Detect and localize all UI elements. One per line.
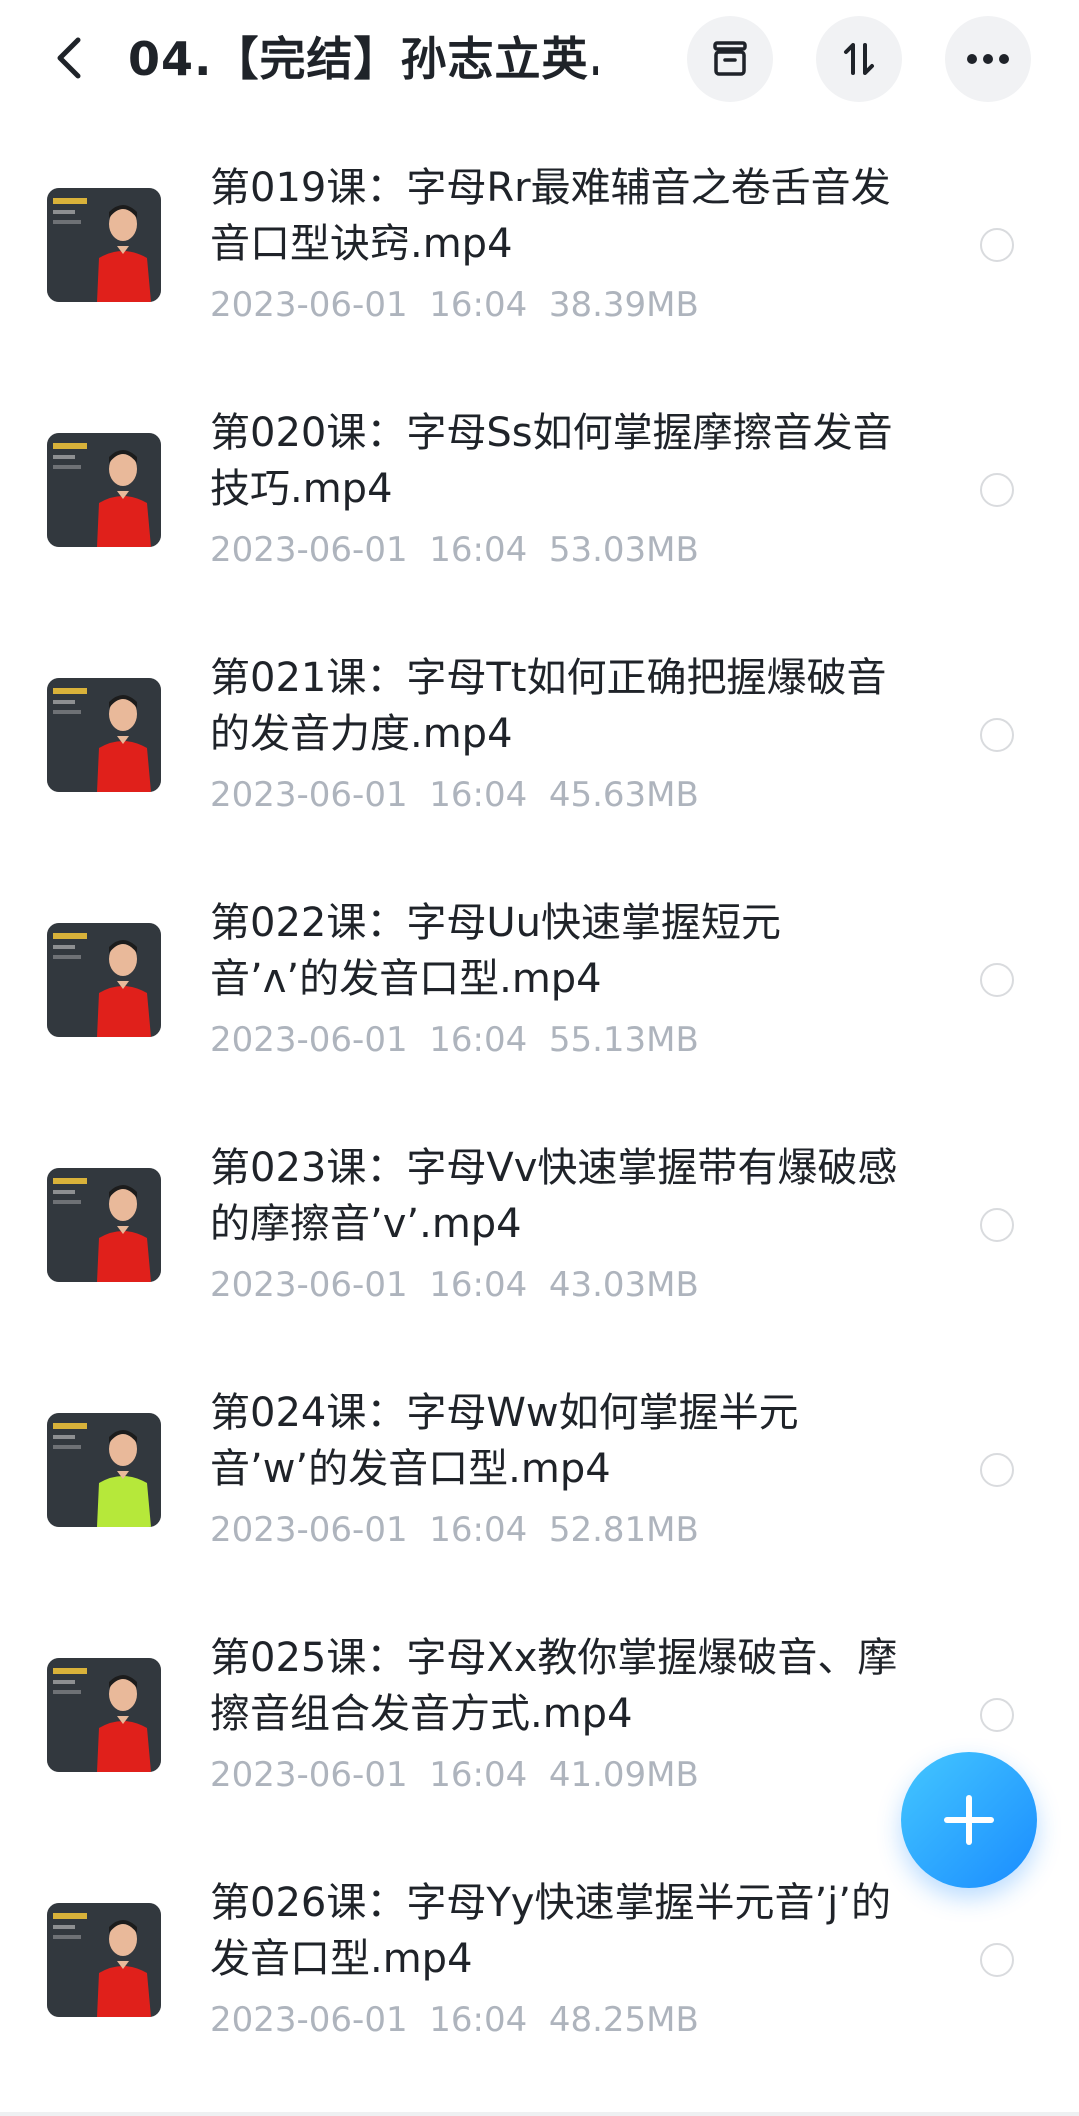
- file-name: 第024课：字母Ww如何掌握半元音’w’的发音口型.mp4: [210, 1390, 799, 1492]
- file-date: 2023-06-01: [210, 1755, 408, 1795]
- file-time: 16:04: [429, 1020, 528, 1060]
- top-bar: 04.【完结】孙志立英...: [0, 0, 1079, 128]
- select-radio[interactable]: [980, 1698, 1014, 1732]
- thumbnail-image: [47, 433, 161, 547]
- file-row[interactable]: 第022课：字母Uu快速掌握短元音’ʌ’的发音口型.mp4 2023-06-01 …: [0, 863, 1079, 1108]
- video-thumbnail[interactable]: [47, 678, 161, 792]
- file-name: 第025课：字母Xx教你掌握爆破音、摩擦音组合发音方式.mp4: [210, 1635, 898, 1737]
- file-size: 38.39MB: [548, 285, 699, 325]
- file-size: 45.63MB: [548, 775, 699, 815]
- file-size: 41.09MB: [548, 1755, 699, 1795]
- file-size: 55.13MB: [548, 1020, 699, 1060]
- file-time: 16:04: [429, 1755, 528, 1795]
- video-thumbnail[interactable]: [47, 188, 161, 302]
- file-row[interactable]: 第020课：字母Ss如何掌握摩擦音发音技巧.mp4 2023-06-01 16:0…: [0, 373, 1079, 618]
- file-name: 第023课：字母Vv快速掌握带有爆破感的摩擦音’v’.mp4: [210, 1145, 898, 1247]
- file-time: 16:04: [429, 1510, 528, 1550]
- file-size: 43.03MB: [548, 1265, 699, 1305]
- select-radio[interactable]: [980, 1208, 1014, 1242]
- file-meta: 2023-06-01 16:04 55.13MB: [210, 1018, 699, 1062]
- video-thumbnail[interactable]: [47, 1658, 161, 1772]
- file-date: 2023-06-01: [210, 1265, 408, 1305]
- file-meta: 2023-06-01 16:04 38.39MB: [210, 283, 699, 327]
- select-radio[interactable]: [980, 1943, 1014, 1977]
- file-meta: 2023-06-01 16:04 43.03MB: [210, 1263, 699, 1307]
- add-button[interactable]: [901, 1752, 1037, 1888]
- file-date: 2023-06-01: [210, 1020, 408, 1060]
- sort-icon: [844, 43, 874, 75]
- archive-icon: [713, 41, 747, 76]
- file-name: 第026课：字母Yy快速掌握半元音’j’的发音口型.mp4: [210, 1880, 891, 1982]
- thumbnail-image: [47, 1168, 161, 1282]
- file-row[interactable]: 第023课：字母Vv快速掌握带有爆破感的摩擦音’v’.mp4 2023-06-01…: [0, 1108, 1079, 1353]
- file-row[interactable]: 第021课：字母Tt如何正确把握爆破音的发音力度.mp4 2023-06-01 1…: [0, 618, 1079, 863]
- bottom-divider: [0, 2112, 1079, 2116]
- thumbnail-image: [47, 678, 161, 792]
- file-time: 16:04: [429, 1265, 528, 1305]
- file-time: 16:04: [429, 775, 528, 815]
- select-radio[interactable]: [980, 718, 1014, 752]
- more-horizontal-icon: [967, 54, 1009, 64]
- thumbnail-image: [47, 1658, 161, 1772]
- file-meta: 2023-06-01 16:04 52.81MB: [210, 1508, 699, 1552]
- file-name: 第022课：字母Uu快速掌握短元音’ʌ’的发音口型.mp4: [210, 900, 781, 1002]
- back-button[interactable]: [42, 30, 98, 86]
- file-size: 52.81MB: [548, 1510, 699, 1550]
- file-name: 第020课：字母Ss如何掌握摩擦音发音技巧.mp4: [210, 410, 893, 512]
- select-radio[interactable]: [980, 473, 1014, 507]
- file-time: 16:04: [429, 530, 528, 570]
- file-name: 第021课：字母Tt如何正确把握爆破音的发音力度.mp4: [210, 655, 887, 757]
- file-date: 2023-06-01: [210, 775, 408, 815]
- sort-button[interactable]: [816, 16, 902, 102]
- file-date: 2023-06-01: [210, 530, 408, 570]
- page-title: 04.【完结】孙志立英...: [128, 32, 598, 86]
- more-button[interactable]: [945, 16, 1031, 102]
- select-radio[interactable]: [980, 228, 1014, 262]
- file-date: 2023-06-01: [210, 285, 408, 325]
- plus-icon: [944, 1795, 994, 1845]
- select-radio[interactable]: [980, 1453, 1014, 1487]
- file-row[interactable]: 第019课：字母Rr最难辅音之卷舌音发音口型诀窍.mp4 2023-06-01 1…: [0, 128, 1079, 373]
- file-time: 16:04: [429, 285, 528, 325]
- file-meta: 2023-06-01 16:04 41.09MB: [210, 1753, 699, 1797]
- video-thumbnail[interactable]: [47, 923, 161, 1037]
- file-date: 2023-06-01: [210, 2000, 408, 2040]
- file-size: 48.25MB: [548, 2000, 699, 2040]
- video-thumbnail[interactable]: [47, 1413, 161, 1527]
- chevron-left-icon: [57, 37, 81, 79]
- file-meta: 2023-06-01 16:04 45.63MB: [210, 773, 699, 817]
- file-time: 16:04: [429, 2000, 528, 2040]
- file-meta: 2023-06-01 16:04 53.03MB: [210, 528, 699, 572]
- thumbnail-image: [47, 1903, 161, 2017]
- file-meta: 2023-06-01 16:04 48.25MB: [210, 1998, 699, 2042]
- file-row[interactable]: 第026课：字母Yy快速掌握半元音’j’的发音口型.mp4 2023-06-01 …: [0, 1843, 1079, 2088]
- video-thumbnail[interactable]: [47, 433, 161, 547]
- file-row[interactable]: 第024课：字母Ww如何掌握半元音’w’的发音口型.mp4 2023-06-01 …: [0, 1353, 1079, 1598]
- file-date: 2023-06-01: [210, 1510, 408, 1550]
- file-name: 第019课：字母Rr最难辅音之卷舌音发音口型诀窍.mp4: [210, 165, 891, 267]
- archive-button[interactable]: [687, 16, 773, 102]
- thumbnail-image: [47, 923, 161, 1037]
- file-size: 53.03MB: [548, 530, 699, 570]
- select-radio[interactable]: [980, 963, 1014, 997]
- thumbnail-image: [47, 188, 161, 302]
- video-thumbnail[interactable]: [47, 1903, 161, 2017]
- thumbnail-image: [47, 1413, 161, 1527]
- video-thumbnail[interactable]: [47, 1168, 161, 1282]
